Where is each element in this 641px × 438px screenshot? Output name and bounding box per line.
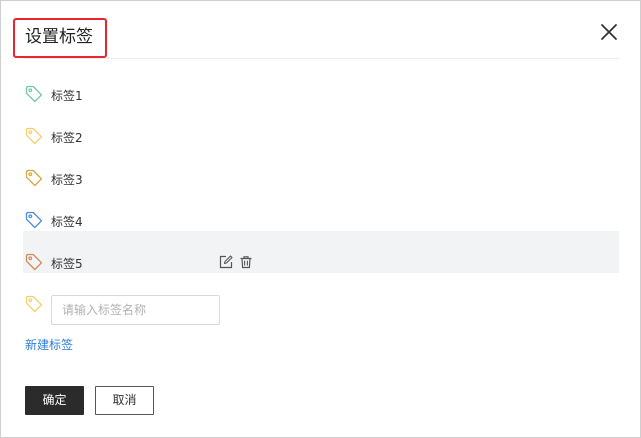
new-tag-link[interactable]: 新建标签 <box>25 338 73 352</box>
set-tags-dialog: 设置标签 标签1 标签2 标签3 标签4 标签5 请输入标签名称 新建标签 确定… <box>0 0 641 438</box>
tag-icon <box>25 85 43 103</box>
cancel-button[interactable]: 取消 <box>95 386 154 415</box>
tag-icon <box>25 253 43 271</box>
edit-icon[interactable] <box>219 255 233 269</box>
tag-label: 标签1 <box>51 89 83 103</box>
new-tag-icon <box>25 295 43 313</box>
tag-icon <box>25 127 43 145</box>
tag-row-3[interactable]: 标签3 <box>25 159 225 199</box>
tag-name-input[interactable] <box>51 295 220 325</box>
tag-row-1[interactable]: 标签1 <box>25 75 225 115</box>
tag-label: 标签5 <box>51 257 83 271</box>
tag-icon <box>25 169 43 187</box>
tag-label: 标签3 <box>51 173 83 187</box>
trash-icon[interactable] <box>239 255 253 269</box>
header-divider <box>23 58 619 59</box>
tag-label: 标签2 <box>51 131 83 145</box>
tag-row-5[interactable]: 标签5 <box>23 231 619 273</box>
tag-icon <box>25 211 43 229</box>
dialog-title: 设置标签 <box>25 27 93 47</box>
tag-row-2[interactable]: 标签2 <box>25 117 225 157</box>
confirm-button[interactable]: 确定 <box>25 386 84 415</box>
tag-label: 标签4 <box>51 215 83 229</box>
close-icon[interactable] <box>599 22 619 42</box>
